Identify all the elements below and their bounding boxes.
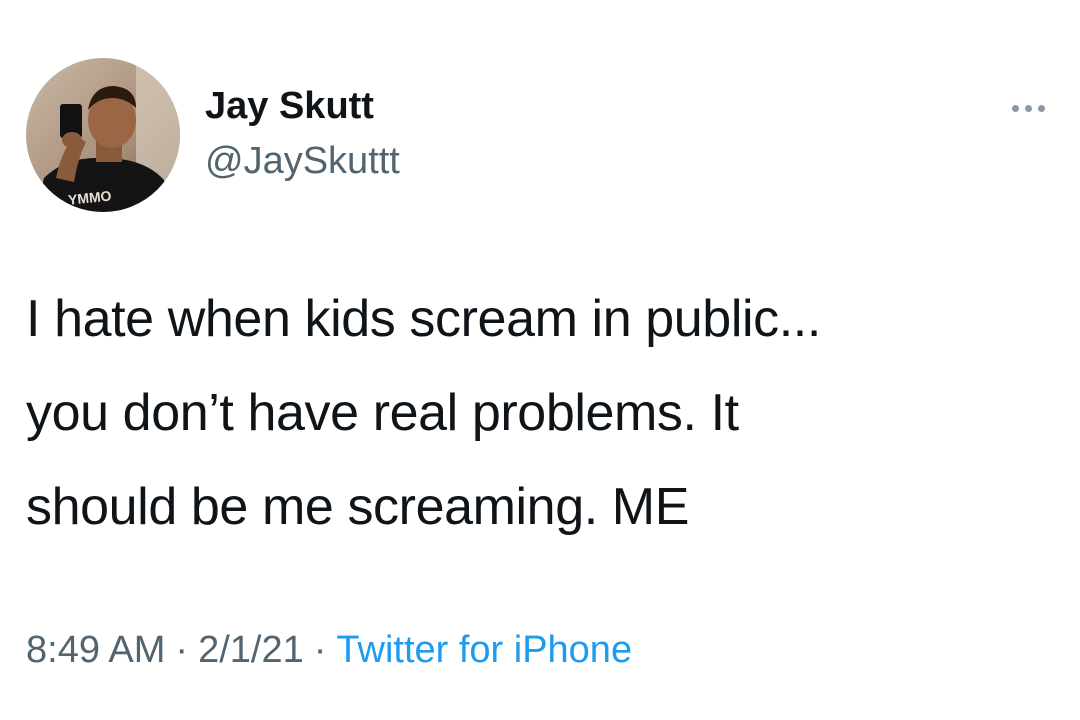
tweet-time[interactable]: 8:49 AM bbox=[26, 629, 165, 671]
more-options-button[interactable] bbox=[998, 88, 1058, 128]
avatar[interactable]: YMMO bbox=[26, 58, 180, 212]
tweet-text-line: should be me screaming. ME bbox=[26, 478, 690, 536]
more-horizontal-icon bbox=[1011, 104, 1019, 112]
more-horizontal-icon-dot bbox=[1037, 104, 1045, 112]
tweet-source-link[interactable]: Twitter for iPhone bbox=[336, 629, 632, 671]
meta-separator: · bbox=[313, 629, 327, 671]
author-display-name[interactable]: Jay Skutt bbox=[205, 82, 374, 130]
tweet-text: I hate when kids scream in public... you… bbox=[26, 272, 1056, 554]
tweet-card: YMMO Jay Skutt @JaySkuttt I hate when ki… bbox=[0, 0, 1080, 720]
author-handle[interactable]: @JaySkuttt bbox=[205, 137, 400, 185]
tweet-text-line: I hate when kids scream in public... bbox=[26, 290, 821, 348]
tweet-text-line: you don’t have real problems. It bbox=[26, 384, 739, 442]
tweet-meta: 8:49 AM · 2/1/21 · Twitter for iPhone bbox=[26, 622, 632, 678]
meta-separator: · bbox=[175, 629, 189, 671]
avatar-photo: YMMO bbox=[26, 58, 180, 212]
more-horizontal-icon-dot bbox=[1024, 104, 1032, 112]
tweet-date[interactable]: 2/1/21 bbox=[198, 629, 304, 671]
